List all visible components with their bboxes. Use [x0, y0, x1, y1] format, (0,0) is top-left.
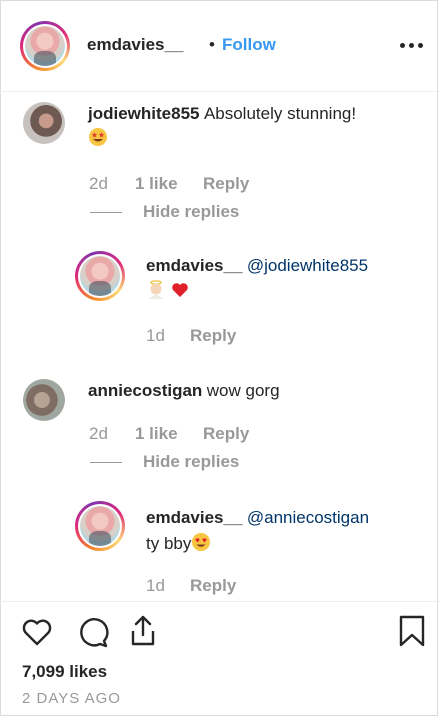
reply-mention[interactable]: @anniecostigan [247, 508, 369, 527]
author-story-ring[interactable] [20, 21, 70, 71]
star-struck-emoji [88, 127, 108, 149]
replies-divider [90, 212, 122, 213]
comment-time[interactable]: 2d [89, 174, 108, 194]
comment-text: Absolutely stunning! [203, 104, 357, 123]
more-options-icon[interactable] [400, 43, 426, 49]
reply-button[interactable]: Reply [190, 576, 236, 596]
heart-icon[interactable] [21, 617, 53, 647]
replies-divider [90, 462, 122, 463]
commenter-avatar[interactable] [23, 102, 65, 144]
reply-username[interactable]: emdavies__ [146, 256, 242, 275]
reply-story-ring[interactable] [75, 251, 125, 301]
author-username[interactable]: emdavies__ [87, 35, 183, 55]
heart-eyes-emoji [192, 533, 211, 551]
baby-angel-emoji [149, 280, 163, 299]
hide-replies-button[interactable]: Hide replies [143, 202, 239, 222]
reply-story-ring[interactable] [75, 501, 125, 551]
reply-avatar[interactable] [80, 256, 120, 296]
reply-mention[interactable]: @jodiewhite855 [247, 256, 368, 275]
likes-count[interactable]: 7,099 likes [22, 662, 107, 682]
comment-likes[interactable]: 1 like [135, 424, 178, 444]
reply-button[interactable]: Reply [203, 424, 249, 444]
comment-text: wow gorg [206, 381, 280, 400]
reply-time[interactable]: 1d [146, 326, 165, 346]
commenter-avatar[interactable] [23, 379, 65, 421]
follow-button[interactable]: Follow [222, 35, 276, 55]
comment-username[interactable]: jodiewhite855 [88, 104, 199, 123]
reply-text: ty bby [146, 534, 192, 553]
author-avatar[interactable] [25, 26, 65, 66]
comment-icon[interactable] [76, 616, 110, 648]
share-icon[interactable] [127, 614, 159, 648]
reply-time[interactable]: 1d [146, 576, 165, 596]
separator-dot: • [209, 35, 215, 54]
hide-replies-button[interactable]: Hide replies [143, 452, 239, 472]
reply-button[interactable]: Reply [203, 174, 249, 194]
comment-username[interactable]: anniecostigan [88, 381, 202, 400]
comment-time[interactable]: 2d [89, 424, 108, 444]
bookmark-icon[interactable] [397, 614, 427, 648]
comment-likes[interactable]: 1 like [135, 174, 178, 194]
reply-button[interactable]: Reply [190, 326, 236, 346]
reply-username[interactable]: emdavies__ [146, 508, 242, 527]
post-age: 2 DAYS AGO [22, 690, 121, 707]
reply-emojis [146, 280, 190, 302]
reply-avatar[interactable] [80, 506, 120, 546]
red-heart-emoji [172, 283, 189, 297]
post-header: emdavies__ • Follow [0, 0, 440, 92]
